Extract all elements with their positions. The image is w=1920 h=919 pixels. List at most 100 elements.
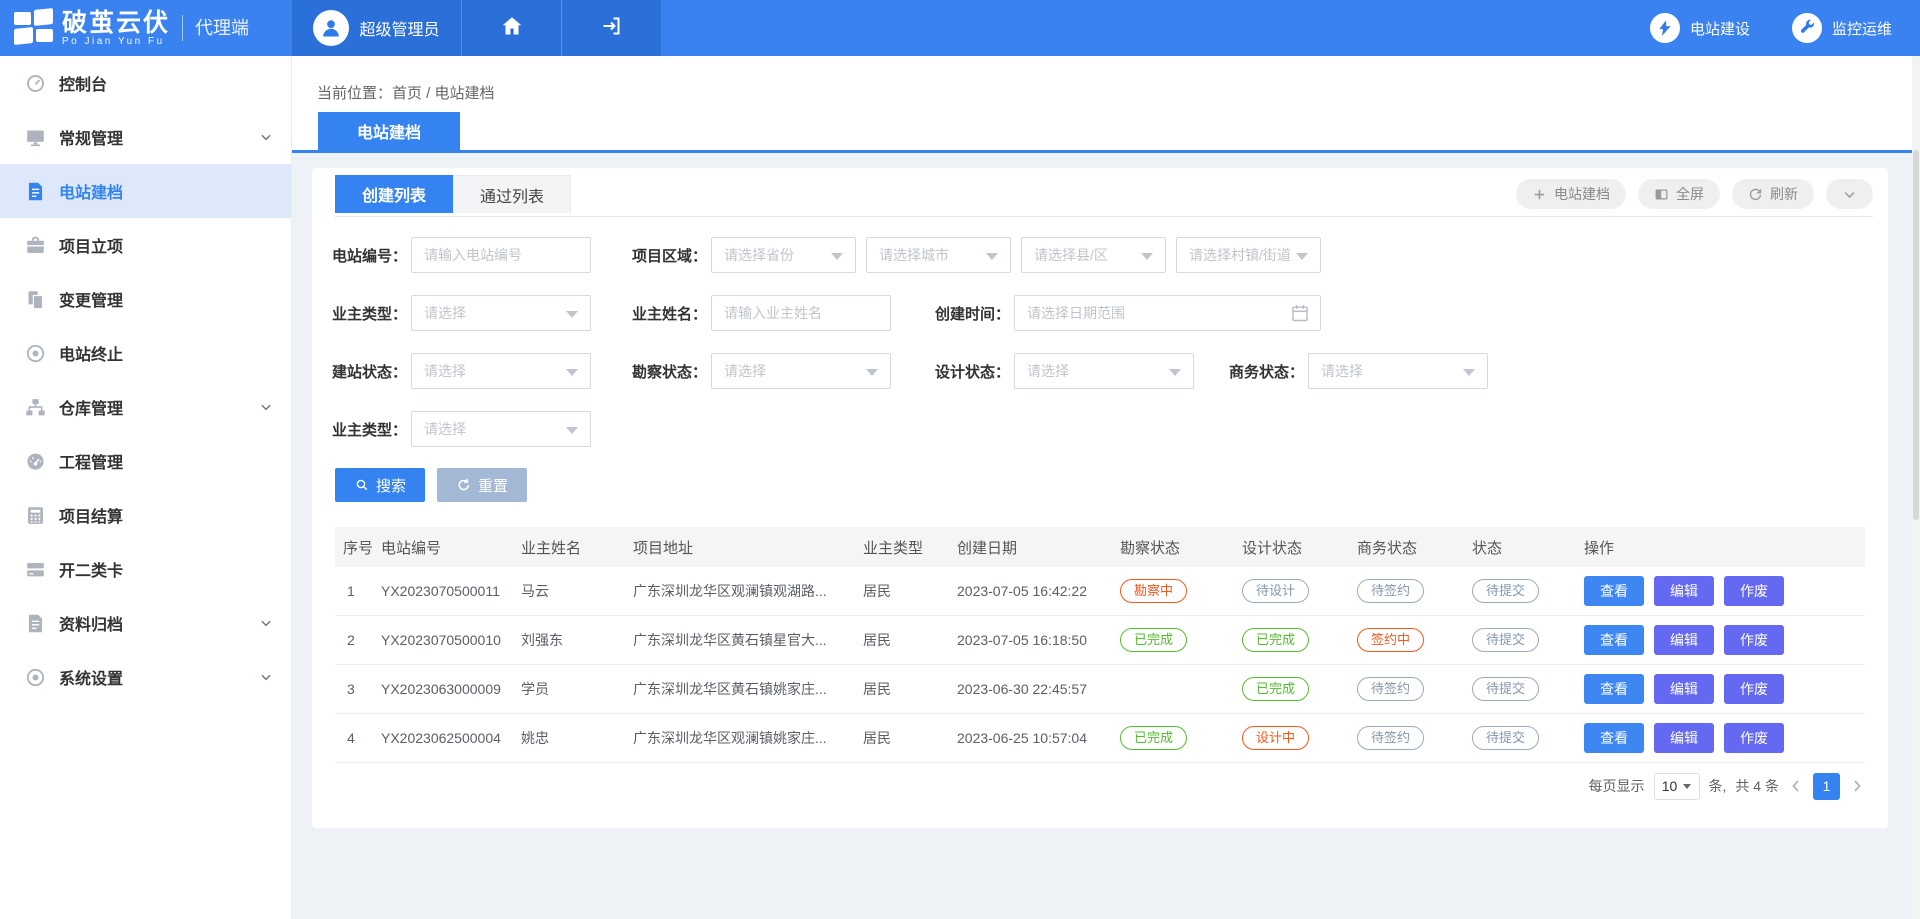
disc-icon (25, 667, 46, 688)
owner-type2-select[interactable]: 请选择 (411, 411, 591, 447)
business-status-select[interactable]: 请选择 (1308, 353, 1488, 389)
status-badge: 待提交 (1472, 726, 1539, 751)
owner-type-select[interactable]: 请选择 (411, 295, 591, 331)
tab-passed-list[interactable]: 通过列表 (453, 175, 571, 213)
sidebar-item-label: 电站建档 (59, 179, 123, 203)
add-station-button[interactable]: 电站建档 (1516, 179, 1626, 209)
village-select[interactable]: 请选择村镇/街道 (1176, 237, 1321, 273)
prev-page-button[interactable] (1788, 778, 1804, 794)
status-badge: 已完成 (1120, 726, 1187, 751)
county-select[interactable]: 请选择县/区 (1021, 237, 1166, 273)
logo: 破茧云伏 Po Jian Yun Fu 代理端 (0, 0, 292, 56)
filter-actions: 搜索 重置 (335, 468, 527, 502)
station-no-input[interactable]: 请输入电站编号 (411, 237, 591, 273)
column-header: 电站编号 (373, 537, 513, 558)
cell-station-no: YX2023070500011 (373, 583, 513, 599)
survey-status-select[interactable]: 请选择 (711, 353, 891, 389)
stations-table: 序号电站编号业主姓名项目地址业主类型创建日期勘察状态设计状态商务状态状态操作1Y… (335, 527, 1865, 763)
sidebar-item-project-initiation[interactable]: 项目立项 (0, 218, 291, 272)
design-status-select[interactable]: 请选择 (1014, 353, 1194, 389)
refresh-button[interactable]: 刷新 (1732, 179, 1814, 209)
cell-seq: 4 (335, 730, 373, 746)
edit-button[interactable]: 编辑 (1654, 723, 1714, 753)
user-menu[interactable]: 超级管理员 (292, 0, 461, 56)
per-page-suffix: 条, (1709, 776, 1727, 796)
column-header: 项目地址 (625, 537, 855, 558)
void-button[interactable]: 作废 (1724, 576, 1784, 606)
owner-name-input[interactable]: 请输入业主姓名 (711, 295, 891, 331)
cell-business-status: 待签约 (1349, 726, 1464, 751)
filter-label: 项目区域： (632, 245, 707, 266)
sidebar-item-console[interactable]: 控制台 (0, 56, 291, 110)
province-select[interactable]: 请选择省份 (711, 237, 856, 273)
city-select[interactable]: 请选择城市 (866, 237, 1011, 273)
scrollbar-thumb[interactable] (1913, 150, 1919, 520)
build-status-select[interactable]: 请选择 (411, 353, 591, 389)
edit-button[interactable]: 编辑 (1654, 625, 1714, 655)
panel-head: 创建列表通过列表 电站建档 全屏 刷新 (335, 175, 1873, 217)
column-header: 商务状态 (1349, 537, 1464, 558)
filter-field: 电站编号： 请输入电站编号 (332, 237, 591, 273)
breadcrumb-path: 首页 / 电站建档 (392, 85, 495, 102)
status-badge: 待设计 (1242, 579, 1309, 604)
sidebar-item-change-management[interactable]: 变更管理 (0, 272, 291, 326)
sidebar-item-class2-card[interactable]: 开二类卡 (0, 542, 291, 596)
sidebar-item-project-settlement[interactable]: 项目结算 (0, 488, 291, 542)
sidebar-item-station-filing[interactable]: 电站建档 (0, 164, 291, 218)
home-button[interactable] (461, 0, 561, 56)
sidebar-item-system-settings[interactable]: 系统设置 (0, 650, 291, 704)
page-scrollbar[interactable] (1912, 56, 1920, 919)
page-tab-station-filing[interactable]: 电站建档 (318, 112, 460, 150)
sidebar-item-label: 电站终止 (59, 341, 123, 365)
reset-button[interactable]: 重置 (437, 468, 527, 502)
home-icon (500, 14, 524, 43)
sidebar-item-engineering-management[interactable]: 工程管理 (0, 434, 291, 488)
view-button[interactable]: 查看 (1584, 576, 1644, 606)
tab-create-list[interactable]: 创建列表 (335, 175, 453, 213)
cell-station-no: YX2023062500004 (373, 730, 513, 746)
view-button[interactable]: 查看 (1584, 625, 1644, 655)
sidebar-item-warehouse-management[interactable]: 仓库管理 (0, 380, 291, 434)
filter-label: 建站状态： (332, 361, 407, 382)
view-button[interactable]: 查看 (1584, 674, 1644, 704)
quick-link-label: 监控运维 (1832, 18, 1892, 39)
page-1-button[interactable]: 1 (1813, 773, 1840, 800)
sidebar-item-label: 开二类卡 (59, 557, 123, 581)
sidebar-item-general-management[interactable]: 常规管理 (0, 110, 291, 164)
search-button[interactable]: 搜索 (335, 468, 425, 502)
column-header: 操作 (1576, 537, 1865, 558)
void-button[interactable]: 作废 (1724, 723, 1784, 753)
portal-label: 代理端 (182, 15, 249, 41)
row-actions: 查看编辑作废 (1576, 576, 1865, 606)
sidebar-item-station-termination[interactable]: 电站终止 (0, 326, 291, 380)
per-page-select[interactable]: 10 (1654, 773, 1700, 800)
next-page-button[interactable] (1849, 778, 1865, 794)
cell-survey-status: 已完成 (1112, 726, 1234, 751)
card-icon (25, 559, 46, 580)
fullscreen-button[interactable]: 全屏 (1638, 179, 1720, 209)
select-caret-icon (1463, 369, 1475, 376)
avatar (313, 10, 349, 46)
void-button[interactable]: 作废 (1724, 674, 1784, 704)
status-badge: 待提交 (1472, 628, 1539, 653)
void-button[interactable]: 作废 (1724, 625, 1784, 655)
logout-button[interactable] (561, 0, 661, 56)
table-header: 序号电站编号业主姓名项目地址业主类型创建日期勘察状态设计状态商务状态状态操作 (335, 527, 1865, 567)
created-range-input[interactable]: 请选择日期范围 (1014, 295, 1321, 331)
refresh-icon (1748, 187, 1763, 202)
view-button[interactable]: 查看 (1584, 723, 1644, 753)
more-button[interactable] (1826, 179, 1873, 209)
filter-row: 建站状态： 请选择 勘察状态： 请选择 设计状态： 请选择 商务状态： 请选择 (312, 353, 1888, 389)
content-panel: 创建列表通过列表 电站建档 全屏 刷新 电站编号： 请输入电站编号 项目区域： … (312, 168, 1888, 828)
filter-field: 业主姓名： 请输入业主姓名 (632, 295, 891, 331)
chevron-down-icon (259, 400, 273, 414)
filter-label: 业主类型： (332, 303, 407, 324)
sidebar-item-data-archive[interactable]: 资料归档 (0, 596, 291, 650)
edit-button[interactable]: 编辑 (1654, 576, 1714, 606)
column-header: 设计状态 (1234, 537, 1349, 558)
cell-created: 2023-06-25 10:57:04 (949, 730, 1112, 746)
column-header: 勘察状态 (1112, 537, 1234, 558)
quick-link-station-construction[interactable]: 电站建设 (1650, 13, 1750, 43)
edit-button[interactable]: 编辑 (1654, 674, 1714, 704)
quick-link-monitoring-ops[interactable]: 监控运维 (1792, 13, 1892, 43)
